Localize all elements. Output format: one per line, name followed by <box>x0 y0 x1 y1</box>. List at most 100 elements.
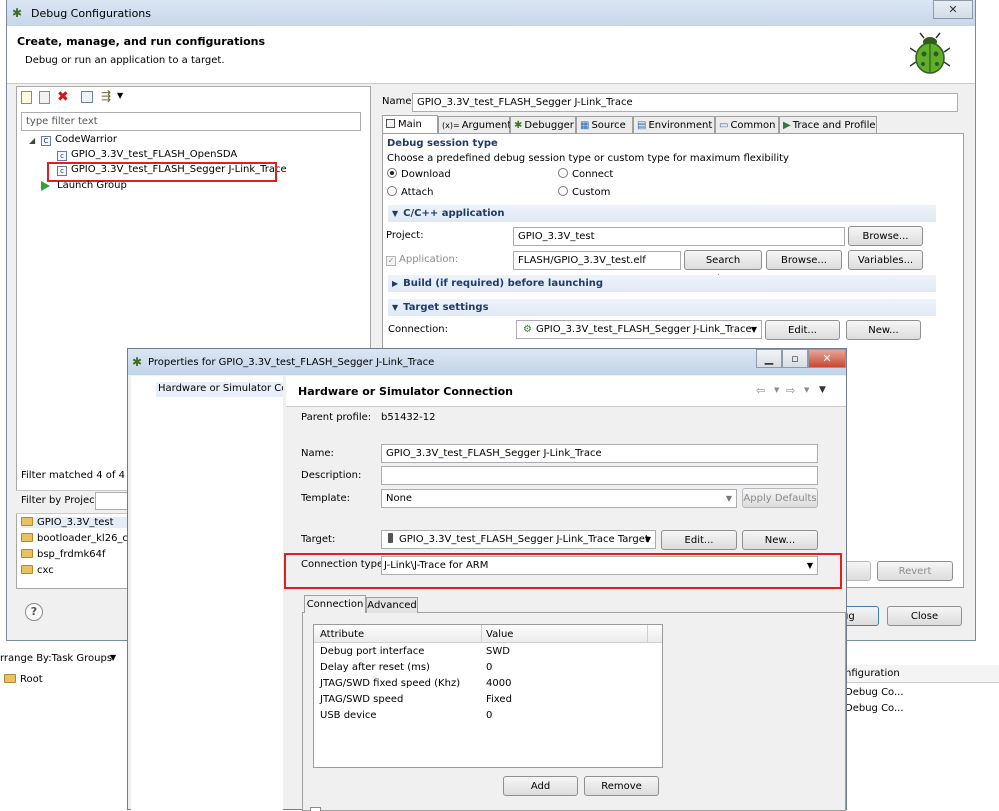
target-new-button[interactable]: New... <box>742 530 818 550</box>
radio-custom[interactable]: Custom <box>558 186 610 198</box>
bottom-checkbox[interactable] <box>310 807 321 811</box>
filter-input[interactable]: type filter text <box>21 112 361 131</box>
filter-by-project-input[interactable] <box>95 492 129 510</box>
properties-nav-item[interactable]: Hardware or Simulator Conn <box>156 382 283 397</box>
application-checkbox[interactable]: ✓ Application: <box>386 254 458 266</box>
table-row[interactable]: Delay after reset (ms) 0 <box>314 661 662 677</box>
config-name-input[interactable]: GPIO_3.3V_test_FLASH_Segger J-Link_Trace <box>412 93 958 112</box>
project-item[interactable]: bootloader_kl26_cw <box>21 533 132 544</box>
tab-source[interactable]: ▦ Source <box>576 116 633 134</box>
launch-group-label: Launch Group <box>57 180 127 191</box>
project-item[interactable]: cxc <box>21 565 54 576</box>
add-button[interactable]: Add <box>503 776 578 796</box>
build-section-header[interactable]: ▶ Build (if required) before launching <box>388 275 936 292</box>
remove-button[interactable]: Remove <box>584 776 659 796</box>
tab-label: Main <box>398 119 422 130</box>
cpp-section-header[interactable]: ▼ C/C++ application <box>388 205 936 222</box>
view-menu-icon[interactable]: ▼ <box>819 385 826 395</box>
root-label: Root <box>20 674 43 685</box>
tab-label: Advanced <box>367 600 417 611</box>
chevron-down-icon: ▼ <box>392 209 399 218</box>
value-cell[interactable]: SWD <box>486 646 510 657</box>
search-project-button[interactable]: Search Project... <box>684 250 762 285</box>
radio-label: Download <box>401 169 451 180</box>
project-item[interactable]: GPIO_3.3V_test <box>21 517 131 528</box>
column-header-attribute[interactable]: Attribute <box>320 629 364 640</box>
tree-item[interactable]: c GPIO_3.3V_test_FLASH_OpenSDA <box>57 149 237 161</box>
target-section-header[interactable]: ▼ Target settings <box>388 299 936 316</box>
help-icon[interactable]: ? <box>25 603 43 621</box>
minimize-button[interactable]: ▁ <box>756 349 782 368</box>
tab-main[interactable]: Main <box>382 115 438 134</box>
table-row[interactable]: JTAG/SWD speed Fixed <box>314 693 662 709</box>
variables-button[interactable]: Variables... <box>848 250 923 270</box>
value-cell[interactable]: Fixed <box>486 694 512 705</box>
connection-new-button[interactable]: New... <box>846 320 921 340</box>
radio-attach[interactable]: Attach <box>387 186 433 198</box>
background-col-header: nfiguration <box>845 668 900 679</box>
forward-dropdown-icon[interactable]: ▼ <box>804 386 809 394</box>
back-dropdown-icon[interactable]: ▼ <box>774 386 779 394</box>
filter-dropdown-icon[interactable]: ▼ <box>117 91 123 100</box>
checkbox-checked-icon: ✓ <box>386 256 396 266</box>
value-cell[interactable]: 4000 <box>486 678 511 689</box>
arrange-by-label[interactable]: rrange By:Task Groups <box>0 653 112 664</box>
maximize-button[interactable]: ▫ <box>782 349 808 368</box>
expand-arrow-icon[interactable]: ◢ <box>29 136 35 145</box>
project-item-label: cxc <box>37 565 54 576</box>
background-row[interactable]: Debug Co... <box>845 703 904 714</box>
properties-app-icon: ✱ <box>132 355 143 369</box>
delete-config-icon[interactable]: ✖ <box>57 89 69 105</box>
column-header-value[interactable]: Value <box>486 629 513 640</box>
debug-session-title: Debug session type <box>387 138 498 149</box>
name-input[interactable]: GPIO_3.3V_test_FLASH_Segger J-Link_Trace <box>381 444 818 463</box>
description-input[interactable] <box>381 466 818 485</box>
close-button[interactable]: Close <box>887 606 962 626</box>
browse-application-button[interactable]: Browse... <box>766 250 842 270</box>
tab-debugger[interactable]: ✱ Debugger <box>510 116 576 134</box>
connection-edit-button[interactable]: Edit... <box>765 320 840 340</box>
radio-off-icon <box>387 186 397 196</box>
target-select[interactable]: GPIO_3.3V_test_FLASH_Segger J-Link_Trace… <box>381 530 656 549</box>
revert-button[interactable]: Revert <box>877 561 953 581</box>
value-cell[interactable]: 0 <box>486 662 492 673</box>
tree-group-codewarrior[interactable]: C CodeWarrior <box>41 134 117 146</box>
template-select[interactable]: None ▼ <box>381 489 737 508</box>
duplicate-config-icon[interactable] <box>39 91 50 104</box>
arrange-dropdown-icon[interactable]: ▼ <box>110 653 116 662</box>
tab-common[interactable]: ▭ Common <box>715 116 779 134</box>
tab-connection[interactable]: Connection <box>304 595 366 613</box>
tab-arguments[interactable]: (x)= Arguments <box>438 116 517 134</box>
radio-download[interactable]: Download <box>387 168 451 180</box>
filter-icon[interactable]: ⇶ <box>101 89 111 103</box>
title-bar[interactable] <box>7 0 975 26</box>
window-close-button[interactable]: ✕ <box>933 0 973 19</box>
tab-advanced[interactable]: Advanced <box>366 597 418 613</box>
target-edit-button[interactable]: Edit... <box>661 530 737 550</box>
value-cell[interactable]: 0 <box>486 710 492 721</box>
connection-select[interactable]: ⚙ GPIO_3.3V_test_FLASH_Segger J-Link_Trac… <box>516 320 762 339</box>
project-item[interactable]: bsp_frdmk64f <box>21 549 106 560</box>
radio-on-icon <box>387 168 397 178</box>
forward-arrow-icon[interactable]: ⇨ <box>786 384 795 397</box>
collapse-all-icon[interactable] <box>81 91 93 103</box>
browse-project-button[interactable]: Browse... <box>848 226 923 246</box>
chevron-down-icon: ▼ <box>392 303 399 312</box>
tab-trace-profile[interactable]: ▶ Trace and Profile <box>779 116 877 134</box>
common-icon: ▭ <box>719 120 729 131</box>
tree-launch-group[interactable]: Launch Group <box>41 180 127 191</box>
background-root-item[interactable]: Root <box>4 673 124 688</box>
tab-environment[interactable]: ▤ Environment <box>633 116 715 134</box>
table-row[interactable]: JTAG/SWD fixed speed (Khz) 4000 <box>314 677 662 693</box>
new-config-icon[interactable] <box>21 91 32 104</box>
radio-connect[interactable]: Connect <box>558 168 613 180</box>
dropdown-arrow-icon: ▼ <box>644 535 651 544</box>
background-row[interactable]: Debug Co... <box>845 687 904 698</box>
back-arrow-icon[interactable]: ⇦ <box>756 384 765 397</box>
radio-off-icon <box>558 186 568 196</box>
table-row[interactable]: Debug port interface SWD <box>314 645 662 661</box>
project-input[interactable]: GPIO_3.3V_test <box>513 227 845 246</box>
application-input[interactable]: FLASH/GPIO_3.3V_test.elf <box>513 251 681 270</box>
properties-close-button[interactable]: ✕ <box>808 349 846 368</box>
table-row[interactable]: USB device 0 <box>314 709 662 725</box>
